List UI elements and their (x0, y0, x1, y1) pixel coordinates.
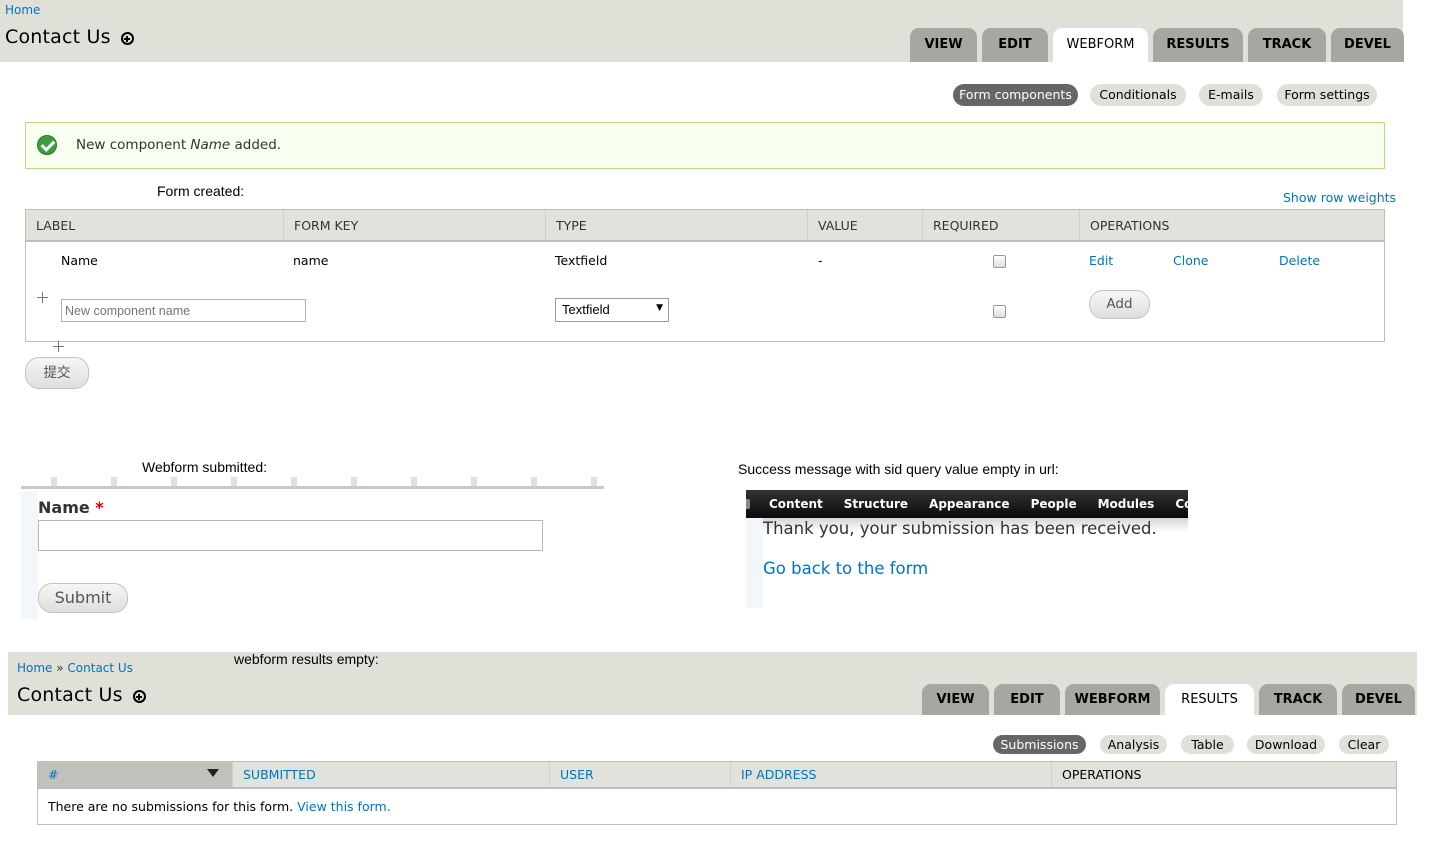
tab-track[interactable]: TRACK (1259, 684, 1337, 715)
results-breadcrumb: Home » Contact Us (17, 661, 133, 675)
tab-view[interactable]: VIEW (910, 28, 977, 62)
col-ip-address[interactable]: IP ADDRESS (730, 762, 1052, 789)
col-value: VALUE (807, 210, 923, 242)
subtab-emails[interactable]: E-mails (1199, 84, 1263, 106)
col-user[interactable]: USER (549, 762, 731, 789)
form-created-caption: Form created: (157, 183, 245, 199)
drag-handle-icon[interactable] (37, 292, 48, 303)
delete-link[interactable]: Delete (1279, 253, 1320, 268)
status-component-name: Name (190, 137, 231, 153)
results-caption: webform results empty: (234, 651, 379, 667)
submissions-table: # SUBMITTED USER IP ADDRESS OPERATIONS (38, 762, 1396, 789)
status-message: New component Name added. (25, 122, 1385, 169)
primary-tabs: VIEW EDIT WEBFORM RESULTS TRACK DEVEL (910, 28, 1404, 62)
webform-submitted-caption: Webform submitted: (142, 459, 268, 475)
shot-left-edge (21, 492, 38, 619)
tab-webform[interactable]: WEBFORM (1065, 684, 1160, 715)
drag-handle-icon[interactable] (53, 341, 65, 352)
required-checkbox[interactable] (993, 255, 1006, 268)
subtab-conditionals[interactable]: Conditionals (1090, 84, 1186, 106)
submitted-form-shot: Name * Submit (21, 477, 604, 619)
results-title-row: Contact Us (17, 684, 146, 706)
show-row-weights-link[interactable]: Show row weights (1283, 190, 1396, 205)
required-mark: * (95, 498, 104, 517)
add-shortcut-icon[interactable] (120, 32, 134, 45)
check-icon (37, 135, 57, 155)
confirmation-message: Thank you, your submission has been rece… (763, 519, 1157, 538)
tab-track[interactable]: TRACK (1248, 28, 1326, 62)
col-label: LABEL (26, 210, 284, 242)
edit-link[interactable]: Edit (1089, 253, 1113, 268)
col-type: TYPE (545, 210, 808, 242)
tab-edit[interactable]: EDIT (994, 684, 1060, 715)
results-page-title: Contact Us (17, 684, 123, 706)
page-title: Contact Us (5, 26, 111, 48)
tab-webform[interactable]: WEBFORM (1053, 28, 1148, 62)
admin-menu-structure[interactable]: Structure (844, 497, 908, 511)
success-caption: Success message with sid query value emp… (738, 461, 1059, 477)
new-required-checkbox[interactable] (993, 305, 1006, 318)
admin-home-icon[interactable] (746, 499, 750, 509)
tab-results[interactable]: RESULTS (1153, 28, 1243, 62)
col-form-key: FORM KEY (283, 210, 546, 242)
col-number[interactable]: # (38, 762, 233, 789)
page-title-row: Contact Us (5, 26, 134, 48)
success-shot: Content Structure Appearance People Modules C… (746, 490, 1188, 608)
admin-toolbar: Content Structure Appearance People Modules C… (746, 490, 1188, 518)
tab-results[interactable]: RESULTS (1165, 684, 1254, 715)
submit-button[interactable]: Submit (38, 583, 128, 613)
components-table: LABEL FORM KEY TYPE VALUE REQUIRED OPERA… (26, 210, 1384, 242)
status-text: New component Name added. (76, 137, 282, 153)
name-field-label: Name * (38, 498, 104, 517)
components-table-wrap: LABEL FORM KEY TYPE VALUE REQUIRED OPERA… (25, 209, 1385, 352)
breadcrumb-contact-us[interactable]: Contact Us (67, 661, 133, 675)
page-header: Home Contact Us VIEW EDIT WEBFORM RESULT… (0, 0, 1404, 62)
admin-menu-configuration[interactable]: Configuratio (1175, 497, 1188, 511)
subtab-table[interactable]: Table (1181, 735, 1234, 754)
results-header: Home » Contact Us Contact Us VIEW EDIT W… (8, 652, 1417, 715)
component-label: Name (61, 253, 98, 268)
back-to-form-link[interactable]: Go back to the form (763, 559, 928, 578)
add-component-button[interactable]: Add (1089, 290, 1150, 319)
clone-link[interactable]: Clone (1173, 253, 1208, 268)
subtab-clear[interactable]: Clear (1339, 735, 1389, 754)
col-operations: OPERATIONS (1079, 210, 1384, 242)
name-field-input[interactable] (38, 520, 543, 551)
admin-menu-appearance[interactable]: Appearance (929, 497, 1010, 511)
breadcrumb-home[interactable]: Home (5, 3, 40, 17)
shot-left-edge (746, 518, 763, 608)
subtab-download[interactable]: Download (1247, 735, 1325, 754)
component-type-select[interactable]: Textfield ▼ (555, 298, 669, 322)
col-required: REQUIRED (922, 210, 1080, 242)
component-form-key: name (293, 253, 329, 268)
add-shortcut-icon[interactable] (132, 690, 146, 703)
shot-top-strip (21, 477, 604, 489)
tab-edit[interactable]: EDIT (982, 28, 1048, 62)
new-component-name-input[interactable] (61, 299, 306, 322)
admin-menu-content[interactable]: Content (769, 497, 823, 511)
tab-view[interactable]: VIEW (922, 684, 989, 715)
sort-desc-icon (207, 769, 219, 777)
col-operations: OPERATIONS (1051, 762, 1396, 789)
tab-devel[interactable]: DEVEL (1331, 28, 1404, 62)
component-type: Textfield (555, 253, 608, 268)
col-submitted[interactable]: SUBMITTED (232, 762, 550, 789)
empty-submissions-message: There are no submissions for this form. … (48, 799, 391, 814)
breadcrumb-home[interactable]: Home (17, 661, 52, 675)
dropdown-arrow-icon: ▼ (656, 303, 663, 313)
admin-menu-modules[interactable]: Modules (1098, 497, 1155, 511)
subtab-form-settings[interactable]: Form settings (1277, 84, 1377, 106)
subtab-analysis[interactable]: Analysis (1100, 735, 1167, 754)
results-primary-tabs: VIEW EDIT WEBFORM RESULTS TRACK DEVEL (922, 684, 1415, 715)
component-value: - (818, 253, 823, 268)
admin-menu-people[interactable]: People (1031, 497, 1077, 511)
subtab-form-components[interactable]: Form components (953, 84, 1078, 106)
submissions-table-wrap: # SUBMITTED USER IP ADDRESS OPERATIONS T… (37, 761, 1397, 825)
subtab-submissions[interactable]: Submissions (993, 735, 1086, 754)
view-form-link[interactable]: View this form. (297, 799, 391, 814)
submit-form-button[interactable]: 提交 (25, 357, 89, 389)
tab-devel[interactable]: DEVEL (1342, 684, 1415, 715)
